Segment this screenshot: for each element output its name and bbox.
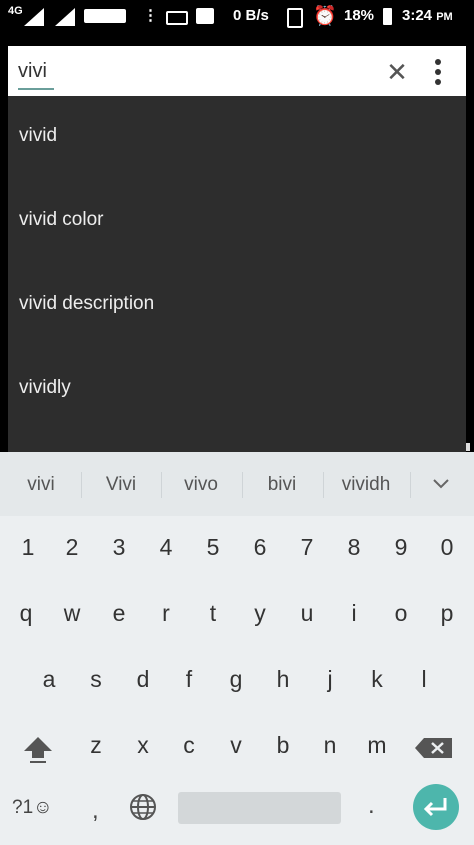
suggestion-item[interactable]: vivid (19, 125, 57, 147)
key-z[interactable]: z (76, 732, 116, 759)
key-3[interactable]: 3 (99, 534, 139, 561)
key-r[interactable]: r (146, 600, 186, 627)
space-bar[interactable] (178, 792, 341, 824)
key-v[interactable]: v (216, 732, 256, 759)
key-o[interactable]: o (381, 600, 421, 627)
key-5[interactable]: 5 (193, 534, 233, 561)
key-t[interactable]: t (193, 600, 233, 627)
key-q[interactable]: q (6, 600, 46, 627)
key-2[interactable]: 2 (52, 534, 92, 561)
key-comma[interactable]: , (92, 797, 99, 825)
key-i[interactable]: i (334, 600, 374, 627)
key-f[interactable]: f (169, 666, 209, 693)
signal-icon (24, 8, 44, 26)
key-g[interactable]: g (216, 666, 256, 693)
volte-icon (84, 9, 126, 23)
globe-icon[interactable] (128, 792, 158, 822)
key-9[interactable]: 9 (381, 534, 421, 561)
clear-search-button[interactable]: ✕ (382, 57, 412, 87)
battery-percent: 18% (344, 7, 375, 24)
candidate-word[interactable]: bivi (242, 474, 322, 496)
key-1[interactable]: 1 (8, 534, 48, 561)
enter-icon (423, 798, 447, 817)
key-j[interactable]: j (310, 666, 350, 693)
key-p[interactable]: p (427, 600, 467, 627)
divider (323, 472, 324, 498)
key-h[interactable]: h (263, 666, 303, 693)
data-speed: 0 B/s (233, 7, 269, 24)
notification-icon (166, 11, 188, 25)
key-l[interactable]: l (404, 666, 444, 693)
search-input[interactable] (18, 56, 348, 86)
candidate-word[interactable]: Vivi (81, 474, 161, 496)
enter-button[interactable] (413, 784, 459, 830)
key-k[interactable]: k (357, 666, 397, 693)
suggestion-item[interactable]: vivid description (19, 293, 154, 315)
key-b[interactable]: b (263, 732, 303, 759)
key-d[interactable]: d (123, 666, 163, 693)
key-y[interactable]: y (240, 600, 280, 627)
key-e[interactable]: e (99, 600, 139, 627)
network-type: 4G (8, 5, 23, 17)
key-period[interactable]: . (368, 792, 375, 820)
key-n[interactable]: n (310, 732, 350, 759)
key-8[interactable]: 8 (334, 534, 374, 561)
vibrate-icon (287, 8, 303, 28)
composing-underline (18, 88, 54, 90)
status-bar: 4G ⋮ 0 B/s ⏰ 18% 3:24 PM (0, 0, 474, 34)
scroll-indicator (466, 443, 470, 451)
key-7[interactable]: 7 (287, 534, 327, 561)
chevron-down-icon[interactable] (430, 468, 452, 498)
clock: 3:24 PM (402, 7, 453, 24)
shift-icon[interactable] (22, 734, 54, 764)
suggestion-list: vivid vivid color vivid description vivi… (8, 96, 466, 452)
candidate-word[interactable]: vivi (1, 474, 81, 496)
key-m[interactable]: m (357, 732, 397, 759)
alarm-icon: ⏰ (313, 6, 337, 27)
key-x[interactable]: x (123, 732, 163, 759)
search-bar: ✕ (8, 46, 466, 96)
key-6[interactable]: 6 (240, 534, 280, 561)
keyboard: vivi Vivi vivo bivi vividh 1 2 3 4 5 6 7… (0, 452, 474, 845)
symbols-key[interactable]: ?1☺ (12, 797, 53, 819)
backspace-icon[interactable] (414, 736, 454, 760)
divider (410, 472, 411, 498)
signal-icon-2 (55, 8, 75, 26)
candidate-word[interactable]: vivo (161, 474, 241, 496)
key-a[interactable]: a (29, 666, 69, 693)
suggestion-item[interactable]: vivid color (19, 209, 103, 231)
key-c[interactable]: c (169, 732, 209, 759)
candidate-strip: vivi Vivi vivo bivi vividh (0, 452, 474, 516)
overflow-menu-button[interactable] (428, 57, 448, 87)
more-notifications-icon: ⋮ (143, 7, 158, 24)
key-s[interactable]: s (76, 666, 116, 693)
battery-icon (383, 8, 392, 25)
key-u[interactable]: u (287, 600, 327, 627)
key-0[interactable]: 0 (427, 534, 467, 561)
image-icon (196, 8, 214, 24)
suggestion-item[interactable]: vividly (19, 377, 71, 399)
key-4[interactable]: 4 (146, 534, 186, 561)
candidate-word[interactable]: vividh (326, 474, 406, 496)
key-w[interactable]: w (52, 600, 92, 627)
